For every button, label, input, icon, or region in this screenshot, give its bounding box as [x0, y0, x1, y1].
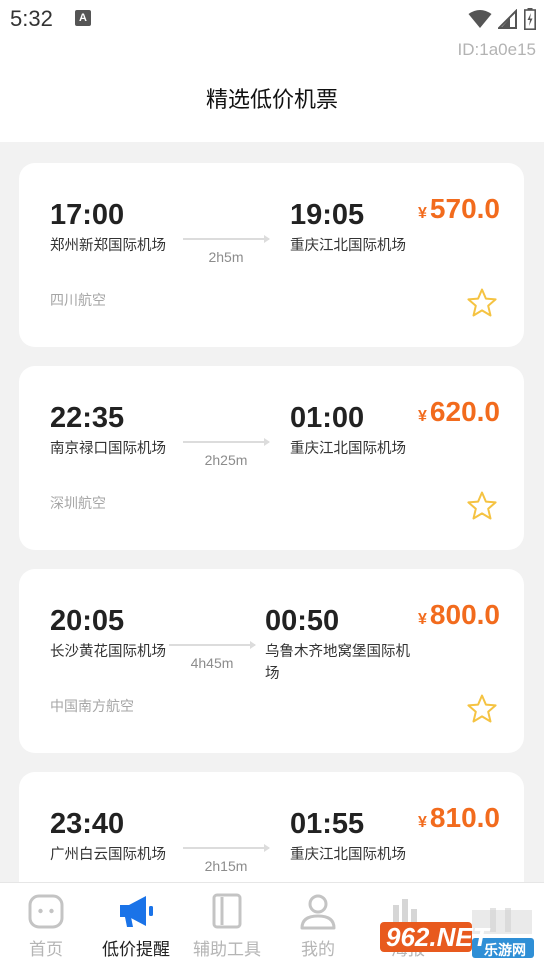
watermark-subtext: 乐游网	[484, 943, 526, 959]
arrival-time: 01:55	[290, 808, 365, 840]
flight-duration: 2h25m	[204, 452, 248, 468]
airline-name: 深圳航空	[50, 496, 106, 512]
arrival-airport: 重庆江北国际机场	[290, 441, 406, 457]
route-arrow-icon	[183, 235, 270, 243]
favorite-star-icon[interactable]	[466, 693, 498, 725]
home-icon	[28, 894, 64, 929]
price-value: 570.0	[429, 193, 500, 224]
arrival-airport: 重庆江北国际机场	[290, 847, 406, 863]
price-value: 800.0	[429, 599, 500, 630]
price-value: 620.0	[429, 396, 500, 427]
departure-time: 23:40	[50, 808, 125, 840]
departure-airport: 南京禄口国际机场	[50, 441, 166, 457]
notification-icon: A	[75, 10, 91, 26]
watermark-text: 962.NET	[386, 922, 489, 952]
arrival-time: 19:05	[290, 199, 365, 231]
flight-price: ¥620.0	[418, 396, 500, 428]
route-arrow-icon	[169, 641, 256, 649]
currency-symbol: ¥	[418, 408, 427, 425]
airline-name: 中国南方航空	[50, 699, 134, 715]
price-value: 810.0	[429, 802, 500, 833]
page-title: 精选低价机票	[205, 88, 338, 113]
arrival-time: 00:50	[265, 605, 340, 637]
flight-price: ¥570.0	[418, 193, 500, 225]
tools-icon	[212, 893, 242, 929]
flight-card[interactable]: 20:05 长沙黄花国际机场 4h45m 00:50 乌鲁木齐地窝堡国际机场 中…	[19, 569, 524, 753]
header: ID:1a0e15 精选低价机票	[0, 40, 544, 142]
departure-airport: 广州白云国际机场	[50, 847, 166, 863]
arrival-time: 01:00	[290, 402, 365, 434]
departure-time: 22:35	[50, 402, 125, 434]
flight-duration: 4h45m	[190, 655, 234, 671]
user-icon	[300, 894, 336, 930]
airline-name: 四川航空	[50, 293, 106, 309]
flight-card[interactable]: 22:35 南京禄口国际机场 2h25m 01:00 重庆江北国际机场 深圳航空…	[19, 366, 524, 550]
watermark-logo: 962.NET 乐游网	[380, 908, 540, 962]
flight-price: ¥800.0	[418, 599, 500, 631]
megaphone-icon	[120, 896, 153, 927]
flight-card[interactable]: 17:00 郑州新郑国际机场 2h5m 19:05 重庆江北国际机场 四川航空 …	[19, 163, 524, 347]
departure-airport: 郑州新郑国际机场	[50, 238, 166, 254]
flight-duration: 2h5m	[208, 249, 244, 265]
flight-list[interactable]: 17:00 郑州新郑国际机场 2h5m 19:05 重庆江北国际机场 四川航空 …	[0, 142, 544, 882]
route-arrow-icon	[183, 844, 270, 852]
flight-card[interactable]: 23:40 广州白云国际机场 2h15m 01:55 重庆江北国际机场 ¥810…	[19, 772, 524, 882]
flight-price: ¥810.0	[418, 802, 500, 834]
arrival-airport: 乌鲁木齐地窝堡国际机场	[265, 644, 410, 682]
status-icons	[468, 7, 536, 31]
status-bar: 5:32 A	[0, 0, 544, 40]
arrival-airport: 重庆江北国际机场	[290, 238, 406, 254]
route-arrow-icon	[183, 438, 270, 446]
favorite-star-icon[interactable]	[466, 490, 498, 522]
departure-airport: 长沙黄花国际机场	[50, 644, 166, 660]
status-time: 5:32	[10, 6, 53, 31]
departure-time: 17:00	[50, 199, 125, 231]
flight-duration: 2h15m	[204, 858, 248, 874]
wifi-icon	[468, 10, 492, 28]
departure-time: 20:05	[50, 605, 125, 637]
device-id: ID:1a0e15	[457, 40, 536, 59]
favorite-star-icon[interactable]	[466, 287, 498, 319]
currency-symbol: ¥	[418, 205, 427, 222]
currency-symbol: ¥	[418, 814, 427, 831]
signal-icon	[498, 9, 517, 29]
currency-symbol: ¥	[418, 611, 427, 628]
battery-icon	[524, 8, 536, 30]
